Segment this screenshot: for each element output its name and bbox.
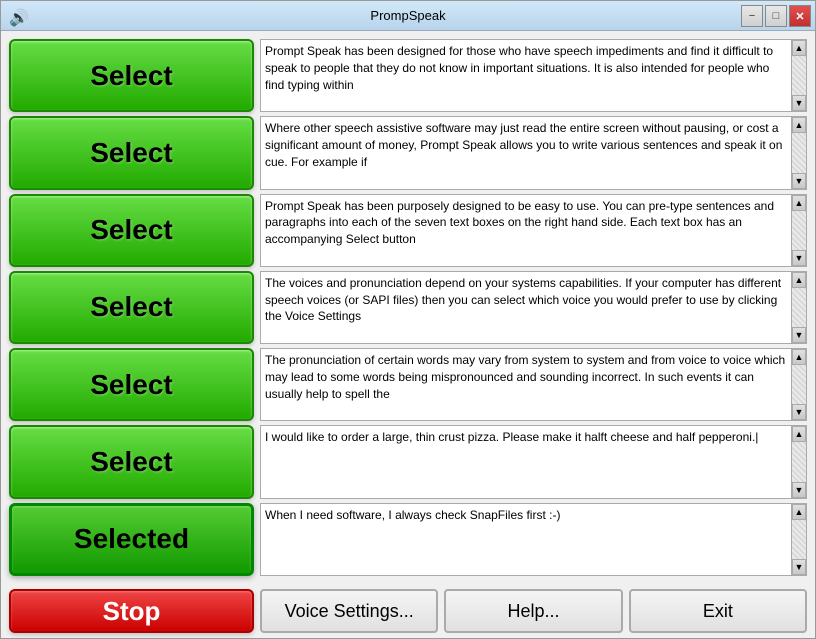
scrollbar-4: ▲ ▼ xyxy=(791,271,807,344)
scroll-down-7[interactable]: ▼ xyxy=(792,559,806,575)
row-1: Select ▲ ▼ xyxy=(9,39,807,112)
text-input-7[interactable] xyxy=(260,503,807,576)
help-button[interactable]: Help... xyxy=(444,589,622,633)
main-window: 🔊 PrompSpeak − □ ✕ Select ▲ ▼ Select xyxy=(0,0,816,639)
exit-button[interactable]: Exit xyxy=(629,589,807,633)
select-button-5[interactable]: Select xyxy=(9,348,254,421)
scroll-up-2[interactable]: ▲ xyxy=(792,117,806,133)
voice-settings-button[interactable]: Voice Settings... xyxy=(260,589,438,633)
row-2: Select ▲ ▼ xyxy=(9,116,807,189)
scrollbar-5: ▲ ▼ xyxy=(791,348,807,421)
scroll-down-3[interactable]: ▼ xyxy=(792,250,806,266)
scrollbar-7: ▲ ▼ xyxy=(791,503,807,576)
text-input-1[interactable] xyxy=(260,39,807,112)
text-input-2[interactable] xyxy=(260,116,807,189)
row-7: Selected ▲ ▼ xyxy=(9,503,807,576)
window-title: PrompSpeak xyxy=(370,8,445,23)
text-input-4[interactable] xyxy=(260,271,807,344)
main-content: Select ▲ ▼ Select ▲ ▼ xyxy=(1,31,815,584)
text-area-wrapper-5: ▲ ▼ xyxy=(260,348,807,421)
selected-button-7[interactable]: Selected xyxy=(9,503,254,576)
row-4: Select ▲ ▼ xyxy=(9,271,807,344)
text-area-wrapper-2: ▲ ▼ xyxy=(260,116,807,189)
scroll-track-7 xyxy=(792,520,806,559)
maximize-button[interactable]: □ xyxy=(765,5,787,27)
scrollbar-1: ▲ ▼ xyxy=(791,39,807,112)
text-input-6[interactable] xyxy=(260,425,807,498)
scroll-up-6[interactable]: ▲ xyxy=(792,426,806,442)
scroll-up-5[interactable]: ▲ xyxy=(792,349,806,365)
title-bar: 🔊 PrompSpeak − □ ✕ xyxy=(1,1,815,31)
scrollbar-3: ▲ ▼ xyxy=(791,194,807,267)
scroll-down-5[interactable]: ▼ xyxy=(792,404,806,420)
row-3: Select ▲ ▼ xyxy=(9,194,807,267)
scroll-up-3[interactable]: ▲ xyxy=(792,195,806,211)
row-5: Select ▲ ▼ xyxy=(9,348,807,421)
text-area-wrapper-7: ▲ ▼ xyxy=(260,503,807,576)
scroll-down-1[interactable]: ▼ xyxy=(792,95,806,111)
text-area-wrapper-6: ▲ ▼ xyxy=(260,425,807,498)
text-area-wrapper-3: ▲ ▼ xyxy=(260,194,807,267)
text-input-5[interactable] xyxy=(260,348,807,421)
scroll-track-4 xyxy=(792,288,806,327)
scroll-up-7[interactable]: ▲ xyxy=(792,504,806,520)
select-button-3[interactable]: Select xyxy=(9,194,254,267)
scroll-track-5 xyxy=(792,365,806,404)
stop-button[interactable]: Stop xyxy=(9,589,254,633)
scroll-track-6 xyxy=(792,442,806,481)
row-6: Select ▲ ▼ xyxy=(9,425,807,498)
bottom-bar: Stop Voice Settings... Help... Exit xyxy=(1,584,815,638)
text-input-3[interactable] xyxy=(260,194,807,267)
scroll-down-4[interactable]: ▼ xyxy=(792,327,806,343)
select-button-6[interactable]: Select xyxy=(9,425,254,498)
scroll-track-3 xyxy=(792,211,806,250)
window-controls: − □ ✕ xyxy=(741,5,811,27)
scroll-up-4[interactable]: ▲ xyxy=(792,272,806,288)
scrollbar-6: ▲ ▼ xyxy=(791,425,807,498)
minimize-button[interactable]: − xyxy=(741,5,763,27)
scrollbar-2: ▲ ▼ xyxy=(791,116,807,189)
app-icon: 🔊 xyxy=(9,8,25,24)
scroll-track-1 xyxy=(792,56,806,95)
select-button-4[interactable]: Select xyxy=(9,271,254,344)
text-area-wrapper-4: ▲ ▼ xyxy=(260,271,807,344)
scroll-track-2 xyxy=(792,133,806,172)
select-button-1[interactable]: Select xyxy=(9,39,254,112)
scroll-down-2[interactable]: ▼ xyxy=(792,173,806,189)
scroll-up-1[interactable]: ▲ xyxy=(792,40,806,56)
text-area-wrapper-1: ▲ ▼ xyxy=(260,39,807,112)
scroll-down-6[interactable]: ▼ xyxy=(792,482,806,498)
close-button[interactable]: ✕ xyxy=(789,5,811,27)
select-button-2[interactable]: Select xyxy=(9,116,254,189)
